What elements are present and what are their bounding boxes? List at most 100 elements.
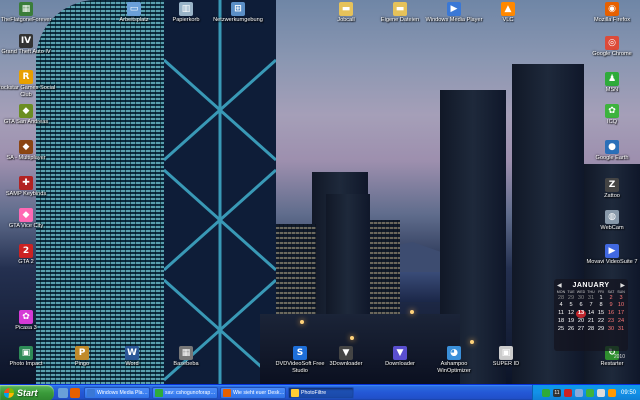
tray-app-icon[interactable]	[541, 388, 550, 397]
desktop-icon-label: 3Downloader	[329, 361, 363, 367]
calendar-day[interactable]: 20	[576, 318, 586, 325]
desktop-icon-label: Netzwerkumgebung	[213, 17, 263, 23]
calendar-day[interactable]: 29	[566, 295, 576, 302]
calendar-day[interactable]: 6	[576, 302, 586, 309]
desktop-icon-vlc[interactable]: ▲ VLC	[478, 2, 538, 24]
desktop-icon-gta-vc[interactable]: ◆ GTA Vice City	[0, 208, 56, 230]
desktop-icon-label: GTA Vice City	[8, 223, 44, 229]
desktop-icon-picasa[interactable]: ✿ Picasa 3	[0, 310, 56, 332]
desktop-icon-gta-sa[interactable]: ◆ GTA San Andreas	[0, 104, 56, 126]
desktop-icon-recycle-bin[interactable]: ▥ Papierkorb	[156, 2, 216, 24]
calendar-day[interactable]: 29	[596, 326, 606, 333]
downloader3-icon: ▼	[339, 346, 353, 360]
tray-network-icon[interactable]	[574, 388, 583, 397]
calendar-day[interactable]: 23	[606, 318, 616, 325]
desktop-icon-computer[interactable]: ▭ Arbeitsplatz	[104, 2, 164, 24]
calendar-day[interactable]: 9	[606, 302, 616, 309]
taskbar-button[interactable]: sav: cshogunoforap@...	[152, 386, 218, 399]
calendar-day[interactable]: 17	[616, 310, 626, 317]
calendar-gadget[interactable]: ◀ JANUARY ▶ MON TUE WED THU FRI SAT SUN 28 29 30 3…	[554, 279, 628, 360]
desktop-icon-ashampoo[interactable]: ◕ Ashampoo WinOptimizer	[424, 346, 484, 375]
tray-security-icon[interactable]	[563, 388, 572, 397]
desktop-icon-folder[interactable]: ▬ Jobcall	[316, 2, 376, 24]
desktop-icon-pingo[interactable]: P Pingo	[52, 346, 112, 368]
desktop-icon-zattoo[interactable]: Z Zattoo	[582, 178, 640, 200]
desktop-icon-rockstar[interactable]: R Rockstar Games Social Club	[0, 70, 56, 99]
calendar-grid: MON TUE WED THU FRI SAT SUN 28 29 30 31 1 2 3 4 5 6 7 8 9 10…	[554, 289, 628, 335]
desktop-icon-gta4[interactable]: IV Grand Theft Auto IV	[0, 34, 56, 56]
calendar-day[interactable]: 30	[606, 326, 616, 333]
desktop-icon-movavi[interactable]: ▶ Movavi VideoSuite 7	[582, 244, 640, 266]
calendar-day[interactable]: 4	[556, 302, 566, 309]
desktop-icon-google-earth[interactable]: ● Google Earth	[582, 140, 640, 162]
desktop-icon-photoimpact[interactable]: ▣ Photo Impact	[0, 346, 56, 368]
desktop-icon-basebeba[interactable]: ▦ Basebeba	[156, 346, 216, 368]
calendar-day[interactable]: 26	[566, 326, 576, 333]
calendar-day[interactable]: 12	[566, 310, 576, 317]
calendar-day[interactable]: 19	[566, 318, 576, 325]
calendar-day[interactable]: 25	[556, 326, 566, 333]
calendar-day-name: FRI	[598, 290, 604, 294]
calendar-day[interactable]: 28	[586, 326, 596, 333]
desktop-icon-app[interactable]: ▦ TheFlatgoneForever	[0, 2, 56, 24]
next-month-icon[interactable]: ▶	[620, 282, 625, 289]
prev-month-icon[interactable]: ◀	[557, 282, 562, 289]
calendar-day[interactable]: 11	[556, 310, 566, 317]
calendar-day[interactable]: 7	[586, 302, 596, 309]
firefox-icon: ◉	[605, 2, 619, 16]
show-desktop-icon[interactable]	[58, 387, 68, 398]
desktop-icon-superid[interactable]: ▣ SUPER ID	[476, 346, 536, 368]
calendar-day[interactable]: 24	[616, 318, 626, 325]
calendar-day[interactable]: 18	[556, 318, 566, 325]
webcam-icon: ◍	[605, 210, 619, 224]
desktop-icon-network[interactable]: ⊞ Netzwerkumgebung	[208, 2, 268, 24]
desktop-icon-webcam[interactable]: ◍ WebCam	[582, 210, 640, 232]
tray-volume-icon[interactable]	[596, 388, 605, 397]
calendar-day[interactable]: 28	[556, 295, 566, 302]
desktop-icon-msn[interactable]: ♟ MSN	[582, 72, 640, 94]
calendar-day[interactable]: 22	[596, 318, 606, 325]
recycle-bin-icon: ▥	[179, 2, 193, 16]
calendar-day[interactable]: 15	[596, 310, 606, 317]
calendar-day[interactable]: 30	[576, 295, 586, 302]
calendar-day[interactable]: 31	[616, 326, 626, 333]
tray-icq-icon[interactable]	[585, 388, 594, 397]
calendar-day[interactable]: 8	[596, 302, 606, 309]
calendar-day[interactable]: 31	[586, 295, 596, 302]
desktop-icon-icq[interactable]: ✿ ICQ	[582, 104, 640, 126]
picasa-icon: ✿	[19, 310, 33, 324]
desktop-icon-gta2[interactable]: 2 GTA 2	[0, 244, 56, 266]
calendar-day[interactable]: 5	[566, 302, 576, 309]
tray-msn-icon[interactable]	[607, 388, 616, 397]
calendar-day[interactable]: 10	[616, 302, 626, 309]
firefox-icon[interactable]	[70, 387, 80, 398]
calendar-day[interactable]: 14	[586, 310, 596, 317]
desktop-icon-samp[interactable]: ◆ SA - Multiplayer	[0, 140, 56, 162]
calendar-day[interactable]: 3	[616, 295, 626, 302]
calendar-day[interactable]: 27	[576, 326, 586, 333]
taskbar-button[interactable]: Wie sieht euer Deskt...	[220, 386, 286, 399]
calendar-day[interactable]: 21	[586, 318, 596, 325]
desktop-icon-firefox[interactable]: ◉ Mozilla Firefox	[582, 2, 640, 24]
word-icon: W	[125, 346, 139, 360]
taskbar-button[interactable]: Windows Media Player	[84, 386, 150, 399]
calendar-day[interactable]: 2	[606, 295, 616, 302]
calendar-day[interactable]: 16	[606, 310, 616, 317]
calendar-year: 2010	[613, 354, 625, 360]
samp-icon: ◆	[19, 140, 33, 154]
desktop-icon-media-player[interactable]: ▶ Windows Media Player	[424, 2, 484, 24]
start-button[interactable]: Start	[0, 384, 54, 400]
desktop-icon-keybinds[interactable]: ✚ SAMP Keybinds	[0, 176, 56, 198]
tray-counter-icon[interactable]: 11	[552, 388, 561, 397]
desktop-icon-chrome[interactable]: ◎ Google Chrome	[582, 36, 640, 58]
gta4-icon: IV	[19, 34, 33, 48]
calendar-day[interactable]: 1	[596, 295, 606, 302]
taskbar-button[interactable]: PhotoFiltre	[288, 386, 354, 399]
desktop-icon-downloader[interactable]: ▼ Downloader	[370, 346, 430, 368]
desktop-icon-documents[interactable]: ▬ Eigene Dateien	[370, 2, 430, 24]
desktop-icon-downloader3[interactable]: ▼ 3Downloader	[316, 346, 376, 368]
calendar-day[interactable]: 13	[576, 310, 586, 318]
clock[interactable]: 09:50	[621, 390, 636, 396]
vlc-icon: ▲	[501, 2, 515, 16]
movavi-icon: ▶	[605, 244, 619, 258]
